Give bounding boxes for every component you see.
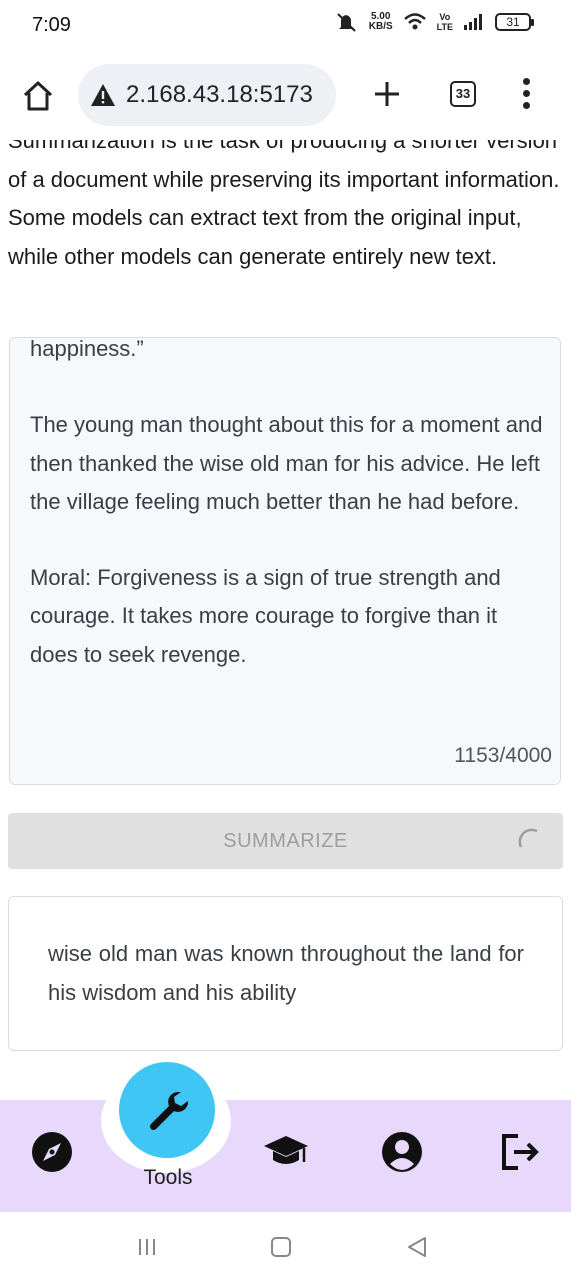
tabs-icon[interactable]: 33 <box>450 81 476 107</box>
signal-icon <box>464 14 482 30</box>
nav-item-account[interactable] <box>378 1128 426 1176</box>
summarize-button[interactable]: SUMMARIZE <box>8 813 563 869</box>
volte-label: Vo LTE <box>436 12 453 32</box>
summary-text: wise old man was known throughout the la… <box>48 941 524 1005</box>
warning-icon[interactable] <box>90 83 116 107</box>
browser-toolbar: 2.168.43.18:5173 33 <box>0 62 571 130</box>
task-description: Summarization is the task of producing a… <box>8 140 560 269</box>
input-text[interactable]: happiness.” The young man thought about … <box>30 338 548 674</box>
recents-icon[interactable] <box>134 1234 160 1260</box>
mute-icon <box>337 13 356 32</box>
textarea-viewport[interactable]: happiness.” The young man thought about … <box>30 338 548 730</box>
wifi-icon <box>403 13 426 30</box>
tools-fab[interactable] <box>119 1062 215 1158</box>
new-tab-button[interactable] <box>372 76 402 112</box>
status-icons: 5.00 KB/S Vo LTE 31 <box>335 12 534 32</box>
compass-icon <box>32 1132 72 1172</box>
input-textarea[interactable]: happiness.” The young man thought about … <box>9 337 561 785</box>
nav-item-explore[interactable] <box>28 1128 76 1176</box>
home-nav-icon[interactable] <box>268 1234 294 1260</box>
graduation-cap-icon <box>264 1136 308 1164</box>
network-speed: 5.00 KB/S <box>369 12 393 32</box>
address-bar[interactable]: 2.168.43.18:5173 <box>78 64 336 126</box>
plus-icon <box>375 82 399 106</box>
nav-item-learn[interactable] <box>262 1128 310 1176</box>
speed-unit: KB/S <box>368 21 393 32</box>
description-section: Summarization is the task of producing a… <box>0 140 571 310</box>
logout-icon <box>502 1134 539 1170</box>
back-icon[interactable] <box>404 1234 430 1260</box>
url-text: 2.168.43.18:5173 <box>126 81 313 108</box>
nav-item-logout[interactable] <box>496 1128 544 1176</box>
status-bar: 7:09 5.00 KB/S Vo LTE 31 <box>0 0 571 52</box>
status-time: 7:09 <box>32 14 71 36</box>
loading-spinner-icon <box>518 828 538 848</box>
char-counter: 1153/4000 <box>454 744 552 767</box>
system-nav-bar <box>0 1212 571 1280</box>
wrench-icon <box>149 1091 189 1131</box>
more-vert-icon[interactable] <box>518 78 534 112</box>
summary-output: wise old man was known throughout the la… <box>8 896 563 1051</box>
battery-indicator: 31 <box>495 13 534 31</box>
summarize-label: SUMMARIZE <box>223 830 348 852</box>
nav-label-tools[interactable]: Tools <box>118 1166 218 1190</box>
account-icon <box>382 1132 422 1172</box>
home-icon[interactable] <box>22 80 54 112</box>
